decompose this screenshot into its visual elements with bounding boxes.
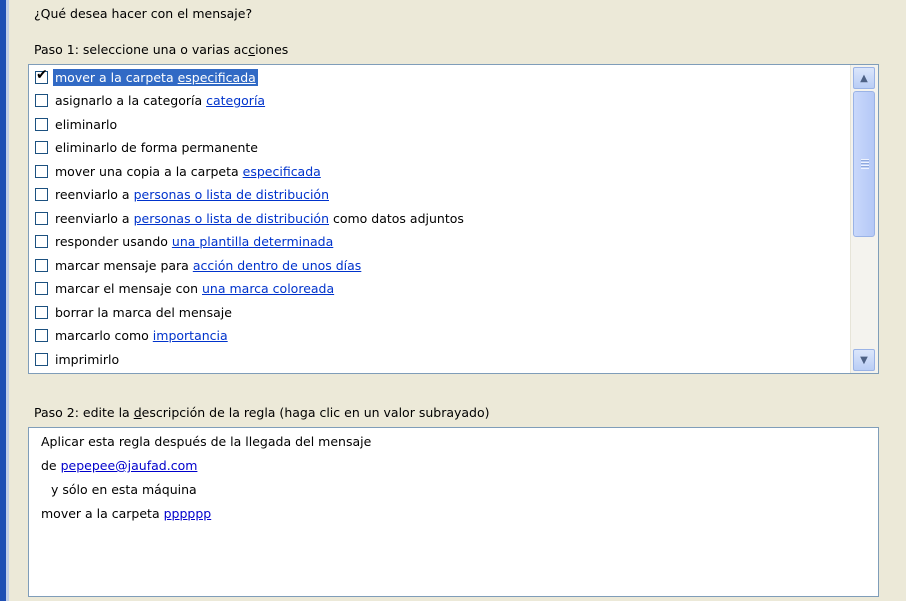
action-value-link[interactable]: categoría [206, 93, 265, 108]
action-item[interactable]: mover una copia a la carpeta especificad… [29, 160, 849, 182]
action-label: marcar el mensaje con una marca coloread… [53, 280, 336, 297]
description-line-2: de pepepee@jaufad.com [41, 458, 198, 473]
action-label: reenviarlo a personas o lista de distrib… [53, 210, 466, 227]
action-checkbox[interactable]: ✔ [35, 66, 48, 84]
action-text: reenviarlo a [55, 187, 134, 202]
description-line-3: y sólo en esta máquina [51, 482, 197, 497]
action-item[interactable]: eliminarlo de forma permanente [29, 137, 849, 159]
step1-label: Paso 1: seleccione una o varias acciones [34, 42, 289, 57]
scroll-thumb[interactable] [853, 91, 875, 237]
action-text: asignarlo a la categoría [55, 93, 207, 108]
action-checkbox[interactable] [35, 94, 48, 107]
action-checkbox[interactable] [35, 352, 48, 366]
actions-list[interactable]: ✔ mover a la carpeta especificada asignarl… [28, 64, 879, 374]
action-text: imprimirlo [55, 351, 120, 367]
action-value-link[interactable]: personas o lista de distribución [134, 187, 329, 202]
action-text: responder usando [55, 234, 172, 249]
action-label: reenviarlo a personas o lista de distrib… [53, 186, 331, 203]
action-label: borrar la marca del mensaje [53, 304, 234, 321]
scroll-down-arrow-icon[interactable]: ▼ [853, 349, 875, 371]
action-label: asignarlo a la categoría categoría [53, 92, 267, 109]
description-line-1: Aplicar esta regla después de la llegada… [41, 434, 372, 449]
action-item[interactable]: ✔ mover a la carpeta especificada [29, 66, 849, 88]
action-item[interactable]: marcar el mensaje con una marca coloread… [29, 278, 849, 300]
action-label: marcarlo como importancia [53, 327, 230, 344]
action-checkbox[interactable] [35, 117, 48, 131]
action-checkbox[interactable] [35, 211, 48, 225]
action-checkbox[interactable] [35, 305, 48, 319]
action-text: eliminarlo de forma permanente [55, 140, 258, 155]
action-item[interactable]: marcarlo como importancia [29, 325, 849, 347]
action-checkbox[interactable] [35, 329, 48, 342]
action-value-link[interactable]: una plantilla determinada [172, 234, 333, 249]
action-item[interactable]: asignarlo a la categoría categoría [29, 90, 849, 112]
actions-scrollbar[interactable]: ▲ ▼ [850, 65, 878, 373]
step2-label: Paso 2: edite la descripción de la regla… [34, 405, 490, 420]
action-text: marcarlo como [55, 328, 153, 343]
action-value-link[interactable]: acción dentro de unos días [193, 258, 362, 273]
action-value-link[interactable]: importancia [153, 328, 228, 343]
action-checkbox[interactable] [35, 141, 48, 154]
action-label: eliminarlo de forma permanente [53, 139, 260, 156]
action-text: marcar el mensaje con [55, 281, 202, 296]
action-text: marcar mensaje para [55, 257, 193, 273]
rule-description-box[interactable]: Aplicar esta regla después de la llegada… [28, 427, 879, 597]
action-item[interactable]: imprimirlo [29, 348, 849, 370]
action-value-link[interactable]: personas o lista de distribución [134, 211, 329, 226]
action-text: mover una copia a la carpeta [55, 163, 243, 179]
action-checkbox[interactable] [35, 258, 48, 272]
action-item[interactable]: reenviarlo a personas o lista de distrib… [29, 207, 849, 229]
action-label: mover una copia a la carpeta especificad… [53, 163, 323, 180]
check-icon: ✔ [36, 66, 48, 83]
action-item[interactable]: borrar la marca del mensaje [29, 301, 849, 323]
window-left-edge-highlight [6, 0, 9, 601]
scroll-thumb-grip-icon [861, 159, 869, 169]
action-item[interactable]: reenviarlo a personas o lista de distrib… [29, 184, 849, 206]
action-label: marcar mensaje para acción dentro de uno… [53, 257, 363, 274]
scroll-up-arrow-icon[interactable]: ▲ [853, 67, 875, 89]
action-item[interactable]: responder usando una plantilla determina… [29, 231, 849, 253]
folder-link[interactable]: pppppp [164, 506, 212, 521]
action-text: mover a la carpeta [55, 69, 178, 85]
action-value-link[interactable]: especificada [178, 70, 256, 85]
sender-address-link[interactable]: pepepee@jaufad.com [61, 458, 198, 473]
action-text: borrar la marca del mensaje [55, 304, 232, 320]
action-label: eliminarlo [53, 116, 119, 133]
action-checkbox[interactable] [35, 235, 48, 248]
description-line-4: mover a la carpeta pppppp [41, 506, 212, 521]
action-value-link[interactable]: especificada [243, 164, 321, 179]
action-label: responder usando una plantilla determina… [53, 233, 335, 250]
action-checkbox[interactable] [35, 282, 48, 295]
action-label: imprimirlo [53, 351, 121, 368]
action-label: mover a la carpeta especificada [53, 68, 258, 86]
action-value-link[interactable]: una marca coloreada [202, 281, 334, 296]
action-text-suffix: como datos adjuntos [329, 210, 464, 226]
action-item[interactable]: eliminarlo [29, 113, 849, 135]
action-checkbox[interactable] [35, 164, 48, 178]
action-text: reenviarlo a [55, 210, 134, 226]
question-label: ¿Qué desea hacer con el mensaje? [34, 6, 253, 21]
action-checkbox[interactable] [35, 188, 48, 201]
action-item[interactable]: marcar mensaje para acción dentro de uno… [29, 254, 849, 276]
action-text: eliminarlo [55, 116, 118, 132]
